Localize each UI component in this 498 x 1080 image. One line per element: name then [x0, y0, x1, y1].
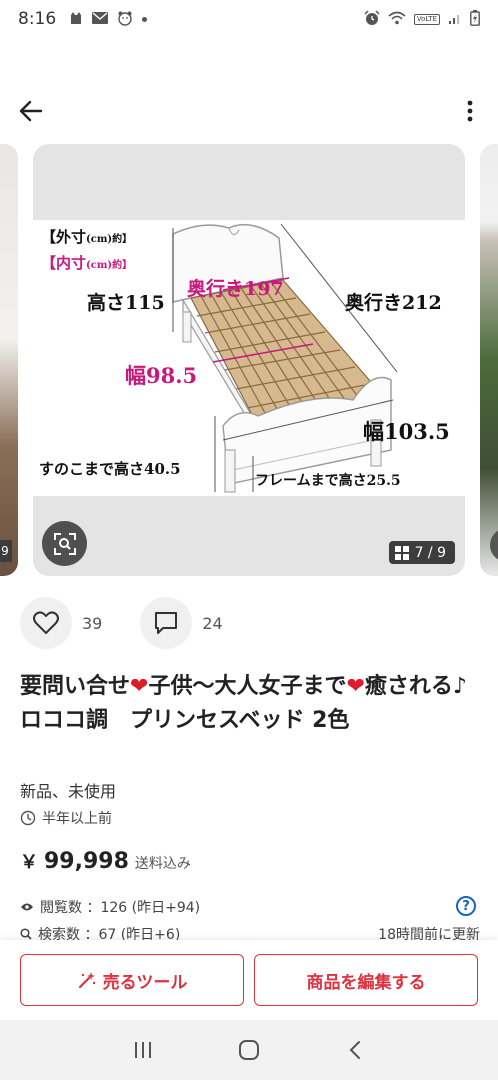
heart-outline-icon: [33, 611, 59, 634]
back-button[interactable]: [16, 96, 46, 126]
clock-icon: [20, 810, 36, 826]
wifi-icon: [388, 11, 406, 28]
inner-width-label: 幅98.5: [125, 363, 198, 388]
edit-item-label: 商品を編集する: [306, 972, 426, 993]
comment-icon: [155, 612, 178, 634]
image-counter[interactable]: 7 / 9: [388, 541, 455, 564]
signal-icon: [448, 11, 462, 28]
price-row: ￥ 99,998 送料込み: [20, 848, 191, 874]
previous-image-peek[interactable]: 9: [0, 144, 18, 576]
grid-icon: [394, 545, 409, 560]
edit-item-button[interactable]: 商品を編集する: [254, 954, 478, 1006]
search-icon: [20, 928, 32, 940]
recent-apps-button[interactable]: [123, 1030, 163, 1070]
bed-dimension-photo: 【外寸(cm)約】 【内寸(cm)約】 高さ115 奥行き197 奥行き212 …: [33, 220, 465, 496]
height-label: 高さ115: [87, 292, 165, 314]
alarm-icon: [364, 9, 380, 29]
chevron-left-icon: [349, 1041, 360, 1059]
recent-apps-icon: [135, 1042, 151, 1058]
outer-width-label: 幅103.5: [363, 419, 450, 444]
sell-tool-label: 売るツール: [102, 972, 188, 993]
status-bar: 8:16 VoLTE: [0, 0, 498, 38]
previous-image-badge: 9: [0, 540, 12, 562]
bear-icon: [117, 10, 133, 29]
next-image-peek[interactable]: [480, 144, 498, 576]
image-carousel[interactable]: 9 【外寸(cm)約】 【内寸(cm)約】 高さ115 奥行き197 奥行き21…: [0, 144, 498, 578]
magic-wand-icon: [78, 972, 95, 989]
status-time: 8:16: [18, 9, 57, 29]
frame-height-label: フレームまで高さ25.5: [255, 473, 401, 489]
system-nav-bar: [0, 1020, 498, 1080]
app-bar: [0, 88, 498, 132]
next-image-lens: [490, 528, 498, 562]
back-nav-button[interactable]: [335, 1030, 375, 1070]
cat-notification-icon: [69, 11, 83, 28]
image-counter-text: 7 / 9: [414, 544, 446, 561]
outer-size-label: 【外寸(cm)約】: [41, 228, 133, 246]
outer-depth-label: 奥行き212: [345, 292, 442, 314]
battery-icon: [470, 9, 480, 29]
listed-time-text: 半年以上前: [42, 811, 112, 827]
item-condition: 新品、未使用: [20, 782, 117, 801]
inner-depth-label: 奥行き197: [187, 278, 284, 300]
price-value: 99,998: [44, 849, 129, 874]
more-vertical-icon: [467, 100, 473, 122]
sell-tool-button[interactable]: 売るツール: [20, 954, 244, 1006]
mail-icon: [92, 11, 109, 27]
title-part-2: 子供～大人女子まで: [148, 674, 347, 699]
product-image[interactable]: 【外寸(cm)約】 【内寸(cm)約】 高さ115 奥行き197 奥行き212 …: [33, 144, 465, 576]
bottom-action-bar: 売るツール 商品を編集する: [0, 940, 498, 1020]
title-part-1: 要問い合せ: [20, 674, 131, 699]
comment-button[interactable]: [140, 597, 193, 649]
product-title: 要問い合せ❤子供～大人女子まで❤癒される♪ロココ調 プリンセスベッド 2色: [20, 670, 482, 738]
comment-count: 24: [202, 613, 223, 633]
price-currency: ￥: [20, 852, 38, 873]
like-button[interactable]: [20, 597, 72, 649]
more-options-button[interactable]: [460, 96, 480, 126]
listed-time: 半年以上前: [20, 808, 112, 828]
lens-scan-icon: [53, 532, 76, 555]
image-search-button[interactable]: [42, 521, 87, 566]
home-button[interactable]: [229, 1030, 269, 1070]
arrow-left-icon: [19, 100, 43, 122]
eye-icon: [21, 903, 33, 911]
heart-emoji-icon: ❤: [346, 674, 365, 699]
volte-icon: VoLTE: [413, 13, 440, 25]
views-stat: 閲覧数 ：126 (昨日+94): [20, 897, 200, 917]
like-count: 39: [82, 613, 103, 633]
home-icon: [239, 1040, 259, 1060]
action-row: 39 24: [20, 596, 261, 650]
slat-height-label: すのこまで高さ40.5: [39, 460, 181, 478]
help-icon[interactable]: ?: [456, 896, 476, 916]
dot-icon: [142, 16, 148, 22]
shipping-label: 送料込み: [134, 856, 191, 872]
views-text: 閲覧数 ：126 (昨日+94): [40, 900, 201, 916]
heart-emoji-icon: ❤: [130, 674, 149, 699]
inner-size-label: 【内寸(cm)約】: [41, 254, 133, 272]
